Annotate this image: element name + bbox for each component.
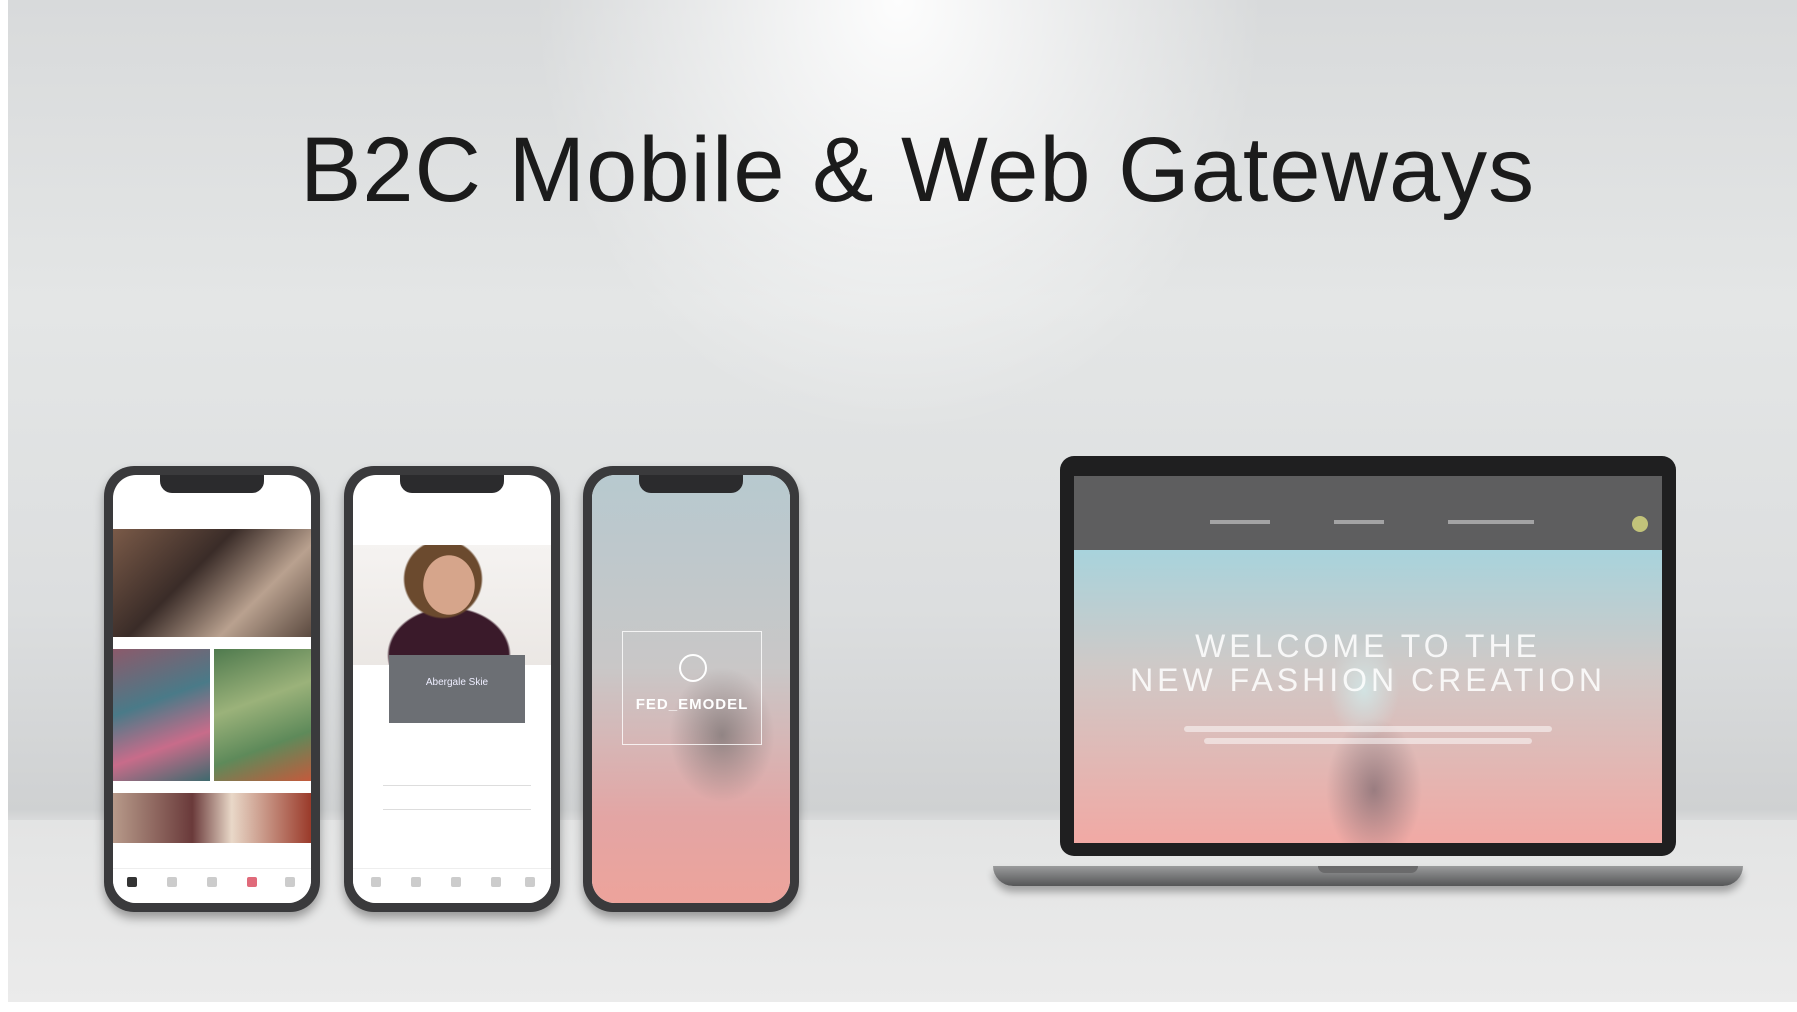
app-logo-text: FED_EMODEL [635,696,749,713]
phone-screen: Abergale Skie [353,475,551,903]
feed-photo [113,529,311,637]
hero-text [1184,726,1552,732]
heart-icon[interactable] [247,877,257,887]
model-photo [353,545,551,665]
add-icon[interactable] [207,877,217,887]
hero-heading: WELCOME TO THE [1195,628,1541,664]
add-icon[interactable] [451,877,461,887]
search-icon[interactable] [167,877,177,887]
laptop-hinge [1318,866,1418,873]
banner-title: B2C Mobile & Web Gateways [300,119,1536,221]
border [0,1002,1797,1012]
feed-photo [113,793,311,843]
brand-box: Abergale Skie [389,655,525,723]
phone-login-mockup: Abergale Skie [344,466,560,912]
tab-bar [353,868,551,903]
lightbulb-icon [679,654,707,682]
home-icon[interactable] [127,877,137,887]
home-icon[interactable] [371,877,381,887]
profile-icon[interactable] [525,877,535,887]
search-icon[interactable] [411,877,421,887]
hero-banner: B2C Mobile & Web Gateways Abergale Skie … [0,0,1797,1012]
phone-screen: FED_EMODEL [592,475,790,903]
hero-text [1204,738,1532,744]
profile-icon[interactable] [285,877,295,887]
avatar[interactable] [1632,516,1648,532]
laptop-screen: WELCOME TO THE NEW FASHION CREATION [1074,476,1662,843]
border [0,0,8,1012]
phone-feed-mockup [104,466,320,912]
app-header [113,497,311,521]
phone-splash-mockup: FED_EMODEL [583,466,799,912]
heart-icon[interactable] [491,877,501,887]
laptop-mockup: WELCOME TO THE NEW FASHION CREATION [1060,456,1676,856]
phone-notch [160,475,264,493]
phone-screen [113,475,311,903]
password-field[interactable] [383,795,531,810]
email-field[interactable] [383,771,531,786]
feed-photo [113,649,210,781]
tab-bar [113,868,311,903]
nav-link[interactable] [1448,520,1534,524]
feed-photo [214,649,311,781]
brand-name: Abergale Skie [425,677,489,688]
hero-heading: NEW FASHION CREATION [1130,662,1606,698]
website-nav [1074,476,1662,550]
logo-frame: FED_EMODEL [622,631,762,745]
phone-notch [400,475,504,493]
website-hero: WELCOME TO THE NEW FASHION CREATION [1074,550,1662,843]
nav-link[interactable] [1210,520,1270,524]
nav-link[interactable] [1334,520,1384,524]
phone-notch [639,475,743,493]
